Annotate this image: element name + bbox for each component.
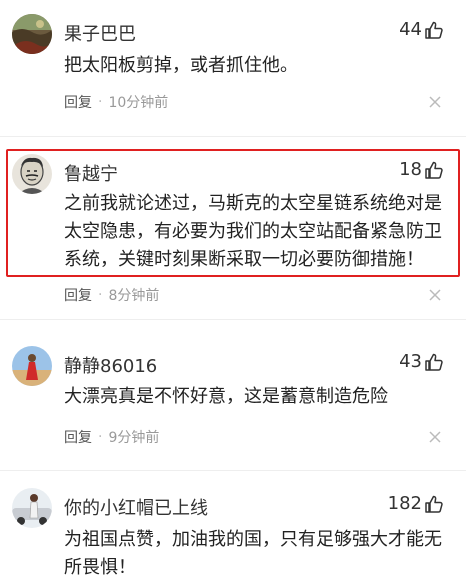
avatar[interactable] [12,14,52,54]
separator: · [98,287,103,303]
thumbs-up-icon[interactable] [424,160,444,180]
avatar[interactable] [12,154,52,194]
separator: · [98,429,103,445]
username[interactable]: 你的小红帽已上线 [64,494,208,520]
like-button[interactable]: 182 [388,492,444,516]
comment-text: 大漂亮真是不怀好意，这是蓄意制造危险 [64,386,388,407]
comment-item: 果子巴巴 44 把太阳板剪掉，或者抓住他。 回复 · 10分钟前 [0,14,466,124]
reply-button[interactable]: 回复 [64,92,92,112]
username[interactable]: 果子巴巴 [64,20,136,46]
comment-item: 静静86016 43 大漂亮真是不怀好意，这是蓄意制造危险 回复 · 9分钟前 [0,346,466,456]
username[interactable]: 静静86016 [64,352,157,378]
close-icon[interactable] [428,95,442,109]
comment-text: 之前我就论述过，马斯克的太空星链系统绝对是太空隐患，有必要为我们的太空站配备紧急… [64,193,442,270]
avatar[interactable] [12,346,52,386]
comment-item: 你的小红帽已上线 182 为祖国点赞，加油我的国，只有足够强大才能无所畏惧！ [0,488,466,587]
username[interactable]: 鲁越宁 [64,160,118,186]
like-count: 44 [399,19,422,40]
thumbs-up-icon[interactable] [424,20,444,40]
reply-button[interactable]: 回复 [64,285,92,305]
like-button[interactable]: 44 [399,18,444,42]
close-icon[interactable] [428,430,442,444]
comment-item: 鲁越宁 18 之前我就论述过，马斯克的太空星链系统绝对是太空隐患，有必要为我们的… [0,154,466,304]
like-count: 182 [387,493,422,514]
reply-button[interactable]: 回复 [64,427,92,447]
timestamp: 10分钟前 [108,95,169,111]
like-button[interactable]: 18 [399,158,444,182]
divider [0,136,466,137]
like-count: 18 [399,159,422,180]
timestamp: 8分钟前 [108,288,160,304]
thumbs-up-icon[interactable] [424,352,444,372]
timestamp: 9分钟前 [108,430,160,446]
comment-meta: 回复 · 9分钟前 [64,427,159,447]
separator: · [98,94,103,110]
divider [0,470,466,471]
comment-text: 把太阳板剪掉，或者抓住他。 [64,55,298,76]
divider [0,319,466,320]
like-button[interactable]: 43 [399,350,444,374]
avatar[interactable] [12,488,52,528]
like-count: 43 [399,351,422,372]
thumbs-up-icon[interactable] [424,494,444,514]
comment-text: 为祖国点赞，加油我的国，只有足够强大才能无所畏惧！ [64,529,442,578]
close-icon[interactable] [428,288,442,302]
comment-meta: 回复 · 10分钟前 [64,92,168,112]
comment-meta: 回复 · 8分钟前 [64,285,159,305]
